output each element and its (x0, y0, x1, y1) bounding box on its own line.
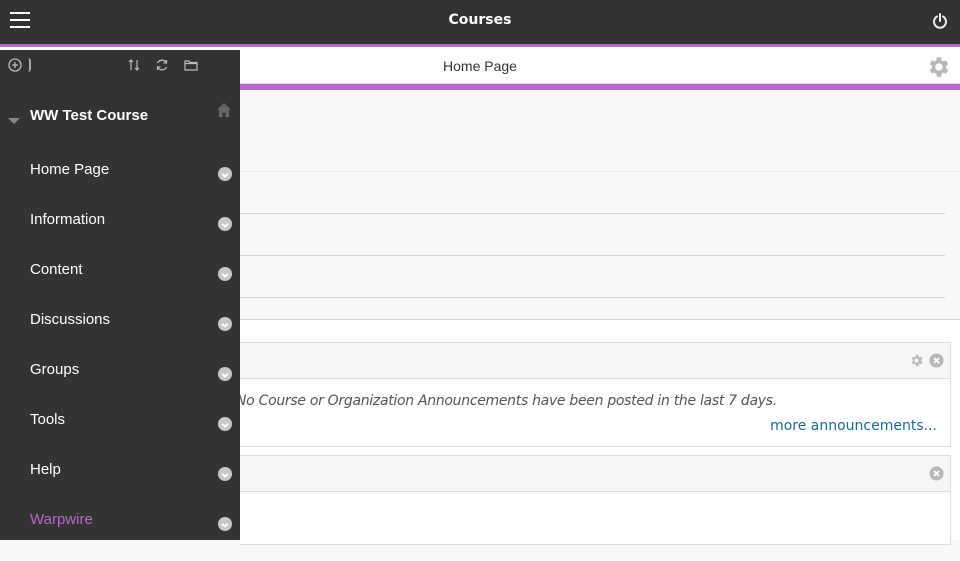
menu-item-label: Help (30, 461, 61, 478)
collapse-caret-icon[interactable] (8, 118, 20, 124)
divider (240, 255, 945, 256)
menu-item-label: Information (30, 211, 106, 228)
scroll-handle[interactable] (28, 58, 31, 72)
second-module (240, 455, 951, 545)
course-title[interactable]: WW Test Course (30, 107, 148, 124)
folder-icon[interactable] (184, 58, 198, 72)
course-menu: WW Test Course Home Page Information Conte… (0, 50, 240, 540)
chevron-down-icon[interactable] (218, 367, 232, 381)
chevron-down-icon[interactable] (218, 267, 232, 281)
refresh-icon[interactable] (155, 58, 169, 72)
sort-icon[interactable] (127, 58, 141, 72)
app-title: Courses (448, 12, 512, 28)
menu-item-label: Tools (30, 411, 66, 428)
power-icon[interactable] (932, 13, 948, 29)
announcement-message: No Course or Organization Announcements … (236, 393, 777, 409)
menu-item-label: Groups (30, 361, 80, 378)
module-header (240, 343, 950, 379)
menu-item-tools[interactable]: Tools (0, 411, 240, 461)
menu-item-label: Warpwire (30, 511, 93, 528)
menu-item-home-page[interactable]: Home Page (0, 161, 240, 211)
add-icon[interactable] (8, 58, 22, 72)
menu-item-discussions[interactable]: Discussions (0, 311, 240, 361)
more-announcements-link[interactable]: more announcements... (770, 418, 937, 434)
menu-item-information[interactable]: Information (0, 211, 240, 261)
menu-item-label: Discussions (30, 311, 111, 328)
chevron-down-icon[interactable] (218, 467, 232, 481)
chevron-down-icon[interactable] (218, 417, 232, 431)
menu-item-content[interactable]: Content (0, 261, 240, 311)
module-header (240, 456, 950, 492)
chevron-down-icon[interactable] (218, 517, 232, 531)
chevron-down-icon[interactable] (218, 167, 232, 181)
close-icon[interactable] (929, 466, 944, 481)
gear-icon[interactable] (909, 353, 924, 368)
chevron-down-icon[interactable] (218, 217, 232, 231)
page-accent-bar (240, 84, 960, 90)
menu-item-label: Content (30, 261, 83, 278)
divider (240, 297, 945, 298)
menu-item-help[interactable]: Help (0, 461, 240, 511)
chevron-down-icon[interactable] (218, 317, 232, 331)
page-header: Home Page (240, 50, 960, 84)
divider (240, 213, 945, 214)
menu-item-label: Home Page (30, 161, 110, 178)
menu-toolbar (0, 50, 240, 82)
menu-item-warpwire[interactable]: Warpwire (0, 511, 240, 561)
page-title: Home Page (443, 58, 517, 74)
divider (240, 171, 960, 172)
menu-item-groups[interactable]: Groups (0, 361, 240, 411)
home-icon[interactable] (216, 102, 232, 118)
gear-icon[interactable] (926, 54, 952, 80)
close-icon[interactable] (929, 353, 944, 368)
top-bar: Courses (0, 0, 960, 44)
